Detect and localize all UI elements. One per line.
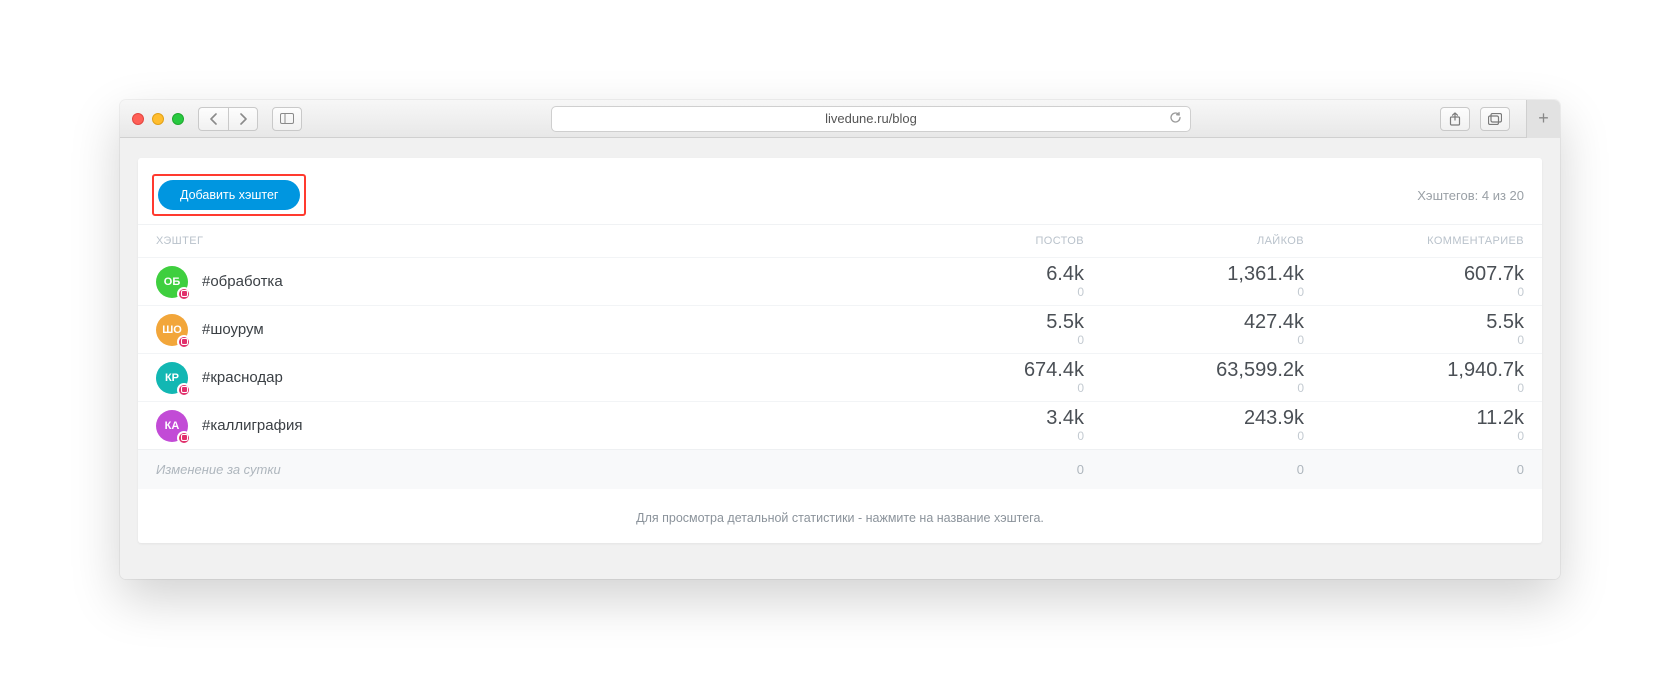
browser-window: livedune.ru/blog + Добавить хэштег Хэште…: [120, 100, 1560, 579]
tabs-button[interactable]: [1480, 107, 1510, 131]
comments-value: 607.7k: [1304, 264, 1524, 285]
window-maximize-button[interactable]: [172, 113, 184, 125]
comments-value: 5.5k: [1304, 312, 1524, 333]
likes-delta: 0: [1084, 285, 1304, 299]
share-button[interactable]: [1440, 107, 1470, 131]
hashtag-link[interactable]: #шоурум: [202, 321, 264, 338]
hashtags-panel: Добавить хэштег Хэштегов: 4 из 20 ХЭШТЕГ…: [138, 158, 1542, 543]
hashtag-link[interactable]: #каллиграфия: [202, 417, 302, 434]
likes-value: 63,599.2k: [1084, 360, 1304, 381]
back-button[interactable]: [198, 107, 228, 131]
table-row: КА#каллиграфия3.4k0243.9k011.2k0: [138, 401, 1542, 449]
likes-delta: 0: [1084, 381, 1304, 395]
footer-posts: 0: [864, 462, 1084, 477]
posts-cell: 674.4k0: [864, 360, 1084, 395]
instagram-icon: [177, 383, 191, 397]
likes-value: 427.4k: [1084, 312, 1304, 333]
nav-buttons: [198, 107, 258, 131]
avatar-initials: ОБ: [164, 276, 180, 288]
likes-value: 1,361.4k: [1084, 264, 1304, 285]
hashtag-avatar: КР: [156, 362, 188, 394]
col-hashtag: ХЭШТЕГ: [156, 235, 864, 247]
hashtag-avatar: ОБ: [156, 266, 188, 298]
comments-cell: 11.2k0: [1304, 408, 1524, 443]
posts-value: 674.4k: [864, 360, 1084, 381]
avatar-initials: ШО: [162, 324, 182, 336]
comments-value: 1,940.7k: [1304, 360, 1524, 381]
footer-likes: 0: [1084, 462, 1304, 477]
sidebar-toggle-button[interactable]: [272, 107, 302, 131]
comments-delta: 0: [1304, 429, 1524, 443]
new-tab-button[interactable]: +: [1526, 100, 1560, 138]
posts-delta: 0: [864, 333, 1084, 347]
hashtag-cell: ШО #шоурум: [156, 314, 864, 346]
browser-titlebar: livedune.ru/blog +: [120, 100, 1560, 138]
panel-hint: Для просмотра детальной статистики - наж…: [138, 489, 1542, 533]
add-hashtag-button[interactable]: Добавить хэштег: [158, 180, 300, 210]
add-button-highlight: Добавить хэштег: [152, 174, 306, 216]
comments-delta: 0: [1304, 285, 1524, 299]
table-row: ОБ#обработка6.4k01,361.4k0607.7k0: [138, 257, 1542, 305]
address-bar[interactable]: livedune.ru/blog: [551, 106, 1191, 132]
page-content: Добавить хэштег Хэштегов: 4 из 20 ХЭШТЕГ…: [120, 138, 1560, 579]
col-comments: КОММЕНТАРИЕВ: [1304, 235, 1524, 247]
table-row: ШО#шоурум5.5k0427.4k05.5k0: [138, 305, 1542, 353]
likes-cell: 63,599.2k0: [1084, 360, 1304, 395]
table-footer: Изменение за сутки 0 0 0: [138, 449, 1542, 489]
hashtag-avatar: ШО: [156, 314, 188, 346]
toolbar-right: [1440, 107, 1510, 131]
posts-cell: 5.5k0: [864, 312, 1084, 347]
reload-icon[interactable]: [1169, 111, 1182, 127]
comments-cell: 607.7k0: [1304, 264, 1524, 299]
instagram-icon: [177, 431, 191, 445]
hashtag-cell: ОБ #обработка: [156, 266, 864, 298]
posts-value: 3.4k: [864, 408, 1084, 429]
posts-delta: 0: [864, 429, 1084, 443]
hashtag-link[interactable]: #обработка: [202, 273, 283, 290]
hashtag-avatar: КА: [156, 410, 188, 442]
instagram-icon: [177, 335, 191, 349]
likes-cell: 243.9k0: [1084, 408, 1304, 443]
table-header: ХЭШТЕГ ПОСТОВ ЛАЙКОВ КОММЕНТАРИЕВ: [138, 224, 1542, 257]
panel-header: Добавить хэштег Хэштегов: 4 из 20: [138, 158, 1542, 224]
comments-value: 11.2k: [1304, 408, 1524, 429]
posts-value: 5.5k: [864, 312, 1084, 333]
hashtag-link[interactable]: #краснодар: [202, 369, 283, 386]
footer-label: Изменение за сутки: [156, 462, 864, 477]
col-likes: ЛАЙКОВ: [1084, 235, 1304, 247]
comments-cell: 5.5k0: [1304, 312, 1524, 347]
avatar-initials: КР: [165, 372, 179, 384]
likes-cell: 1,361.4k0: [1084, 264, 1304, 299]
posts-value: 6.4k: [864, 264, 1084, 285]
posts-delta: 0: [864, 285, 1084, 299]
window-close-button[interactable]: [132, 113, 144, 125]
posts-cell: 3.4k0: [864, 408, 1084, 443]
address-bar-wrap: livedune.ru/blog: [316, 106, 1426, 132]
avatar-initials: КА: [165, 420, 180, 432]
likes-delta: 0: [1084, 333, 1304, 347]
window-minimize-button[interactable]: [152, 113, 164, 125]
hashtag-cell: КР #краснодар: [156, 362, 864, 394]
forward-button[interactable]: [228, 107, 258, 131]
instagram-icon: [177, 287, 191, 301]
col-posts: ПОСТОВ: [864, 235, 1084, 247]
posts-cell: 6.4k0: [864, 264, 1084, 299]
likes-cell: 427.4k0: [1084, 312, 1304, 347]
comments-cell: 1,940.7k0: [1304, 360, 1524, 395]
address-url: livedune.ru/blog: [825, 111, 917, 126]
window-controls: [132, 113, 184, 125]
table-row: КР#краснодар674.4k063,599.2k01,940.7k0: [138, 353, 1542, 401]
hashtag-cell: КА #каллиграфия: [156, 410, 864, 442]
comments-delta: 0: [1304, 381, 1524, 395]
footer-comments: 0: [1304, 462, 1524, 477]
comments-delta: 0: [1304, 333, 1524, 347]
hashtag-count-label: Хэштегов: 4 из 20: [1417, 188, 1524, 203]
likes-delta: 0: [1084, 429, 1304, 443]
likes-value: 243.9k: [1084, 408, 1304, 429]
posts-delta: 0: [864, 381, 1084, 395]
